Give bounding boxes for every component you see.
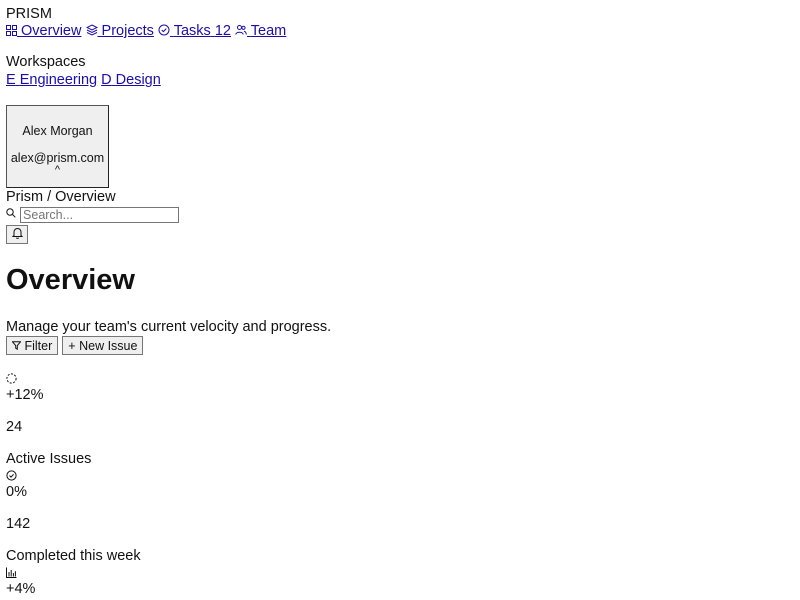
workspaces-list: E Engineering D Design [6,71,794,89]
stats-list: +12% 24 Active Issues 0% 142 Completed t… [6,371,794,598]
chevron-up-icon: ^ [54,164,61,176]
workspace-label: Engineering [19,72,98,88]
stat-change: +4% [6,581,36,597]
bar-chart-icon [6,567,17,578]
stat-card-completed: 0% 142 Completed this week [6,468,794,565]
nav-item-label: Tasks [173,23,211,39]
search-bar [6,206,794,225]
user-name: Alex Morgan [22,124,93,138]
loader-icon [6,373,17,384]
user-email: alex@prism.com [10,151,105,165]
workspaces-heading: Workspaces [6,54,86,70]
stat-card-velocity: +4% [6,565,794,598]
tasks-count-badge: 12 [214,23,231,39]
stat-value: 24 [6,419,23,435]
page-subtitle: Manage your team's current velocity and … [6,319,332,335]
stat-label: Completed this week [6,548,141,564]
grid-icon [6,25,17,36]
new-issue-button[interactable]: + New Issue [62,336,144,355]
check-circle-icon [6,470,17,481]
sidebar: PRISM Overview Projects Tasks 12 Team Wo… [6,6,794,188]
user-menu-button[interactable]: Alex Morgan alex@prism.com ^ [6,105,109,188]
search-input[interactable] [20,207,180,223]
workspace-design[interactable]: D Design [101,72,161,88]
main-content: Overview Manage your team's current velo… [6,264,794,598]
filter-icon [12,340,21,350]
sidebar-nav: Overview Projects Tasks 12 Team [6,22,794,40]
app-root: PRISM Overview Projects Tasks 12 Team Wo… [0,0,800,600]
workspace-engineering[interactable]: E Engineering [6,72,97,88]
top-header: Prism / Overview [6,189,794,245]
workspace-initial: D [101,72,112,88]
layers-icon [85,24,98,36]
stat-label: Active Issues [6,451,92,467]
plus-icon: + [68,338,76,353]
breadcrumb: Prism / Overview [6,189,116,205]
nav-item-label: Team [250,23,287,39]
stat-value: 142 [6,516,31,532]
stat-card-active-issues: +12% 24 Active Issues [6,371,794,468]
bell-icon [11,227,23,239]
nav-item-overview[interactable]: Overview [6,23,81,39]
brand-logo: PRISM [6,6,52,22]
page-title: Overview [6,264,135,296]
stat-change: 0% [6,484,27,500]
notifications-button[interactable] [6,225,28,244]
new-issue-button-label: New Issue [79,338,138,353]
nav-item-label: Projects [101,23,154,39]
users-icon [235,24,247,36]
nav-item-projects[interactable]: Projects [85,23,154,39]
filter-button-label: Filter [24,338,53,353]
check-circle-icon [158,24,170,36]
workspace-label: Design [115,72,161,88]
nav-item-tasks[interactable]: Tasks 12 [158,23,231,39]
nav-item-label: Overview [21,23,82,39]
stat-change: +12% [6,387,44,403]
workspace-initial: E [6,72,16,88]
page-actions: Filter + New Issue [6,336,794,355]
nav-item-team[interactable]: Team [235,23,286,39]
search-icon [6,208,16,218]
filter-button[interactable]: Filter [6,336,59,355]
